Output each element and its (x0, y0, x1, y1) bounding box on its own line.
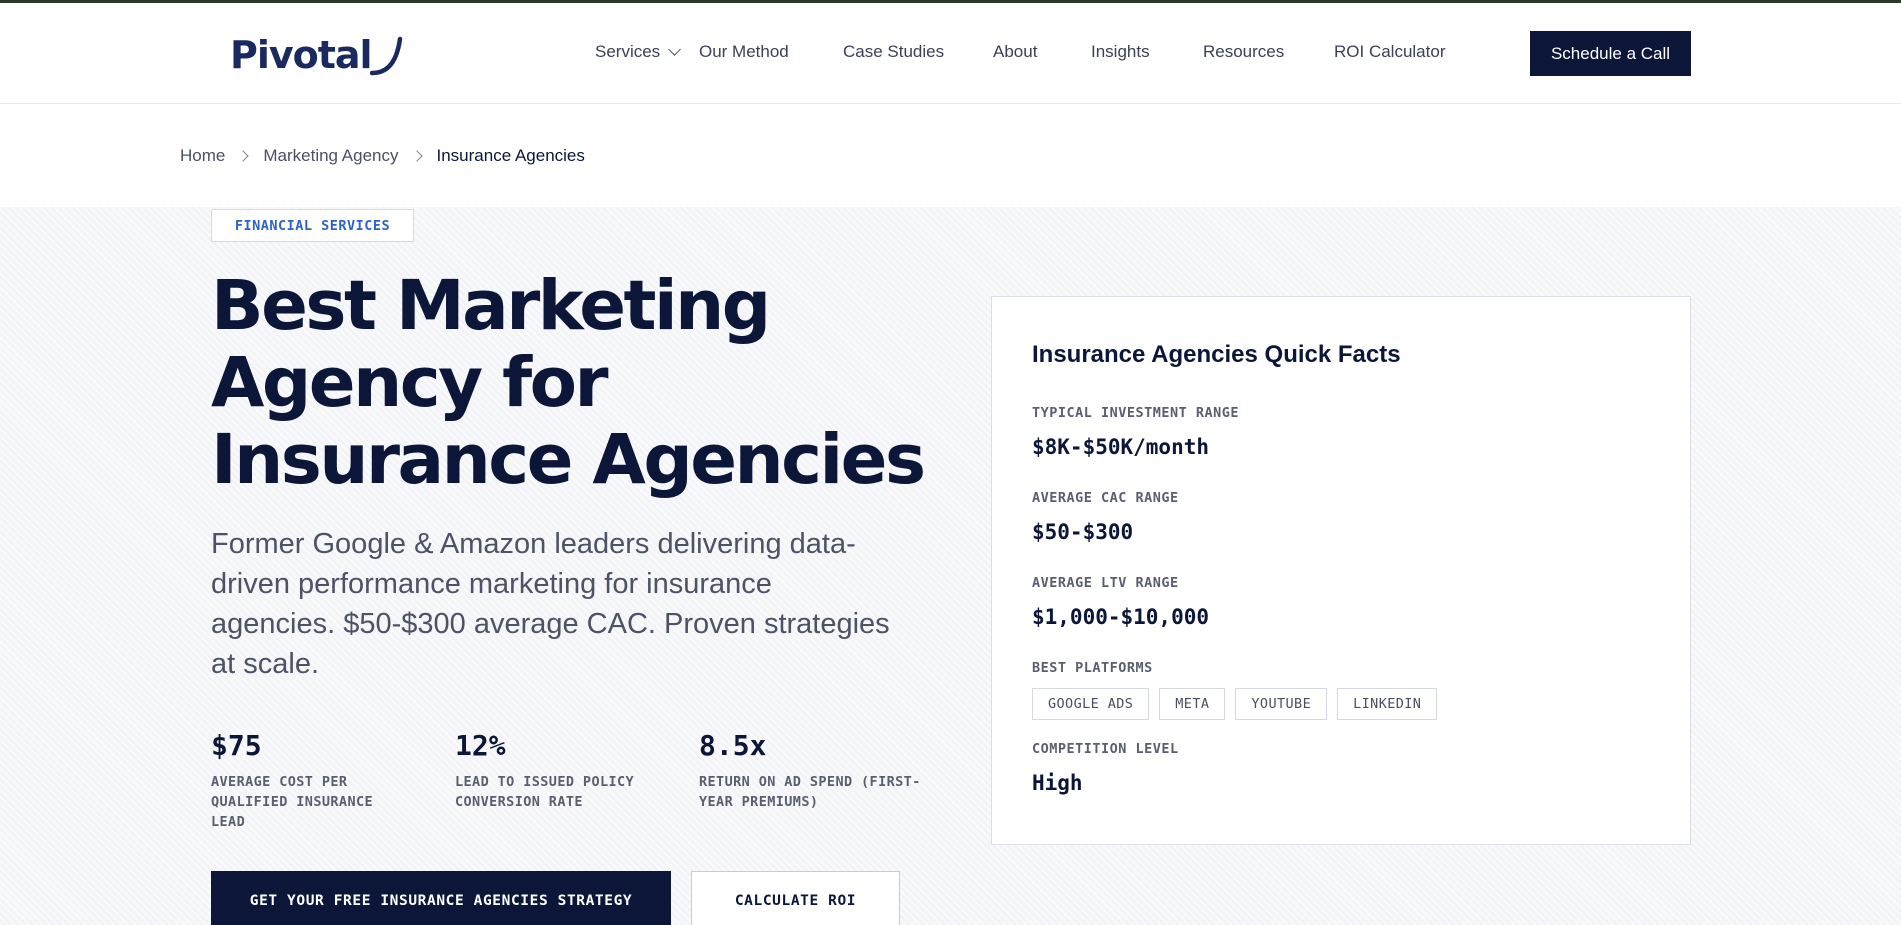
chevron-down-icon (668, 43, 682, 56)
platforms-label: BEST PLATFORMS (1032, 660, 1153, 676)
platform-chip: LINKEDIN (1337, 688, 1438, 720)
category-tag: FINANCIAL SERVICES (211, 209, 414, 242)
nav-services-label: Services (595, 42, 661, 61)
stat-value: $75 (211, 729, 262, 762)
platform-chips: GOOGLE ADS META YOUTUBE LINKEDIN (1032, 688, 1447, 720)
platform-chip: YOUTUBE (1235, 688, 1328, 720)
competition-label: COMPETITION LEVEL (1032, 741, 1179, 757)
nav-services[interactable]: Services (595, 42, 705, 62)
nav-insights[interactable]: Insights (1091, 42, 1203, 62)
chevron-right-icon (410, 150, 423, 162)
free-strategy-button[interactable]: GET YOUR FREE INSURANCE AGENCIES STRATEG… (211, 871, 671, 925)
quick-facts-card: Insurance Agencies Quick Facts TYPICAL I… (991, 296, 1691, 845)
competition-value: High (1032, 771, 1083, 795)
stat-label: AVERAGE COST PER QUALIFIED INSURANCE LEA… (211, 774, 374, 830)
investment-range-label: TYPICAL INVESTMENT RANGE (1032, 405, 1240, 421)
breadcrumb-home[interactable]: Home (180, 146, 225, 166)
logo[interactable]: Pivotal (230, 29, 404, 77)
cac-range-label: AVERAGE CAC RANGE (1032, 490, 1179, 506)
stat-item: 12% LEAD TO ISSUED POLICY CONVERSION RAT… (455, 728, 699, 832)
schedule-call-button[interactable]: Schedule a Call (1530, 31, 1691, 76)
cac-range-value: $50-$300 (1032, 520, 1134, 544)
breadcrumb: Home Marketing Agency Insurance Agencies (180, 146, 585, 166)
platform-chip: META (1159, 688, 1226, 720)
breadcrumb-marketing-agency[interactable]: Marketing Agency (263, 146, 398, 166)
stat-value: 8.5x (699, 729, 767, 762)
site-header: Pivotal Services Our Method Case Studies… (0, 3, 1901, 104)
stat-label: RETURN ON AD SPEND (FIRST-YEAR PREMIUMS) (699, 774, 921, 810)
nav-our-method[interactable]: Our Method (699, 42, 843, 62)
logo-swoosh-icon (369, 36, 402, 76)
nav-resources[interactable]: Resources (1203, 42, 1334, 62)
quick-facts-title: Insurance Agencies Quick Facts (1032, 341, 1401, 368)
calculate-roi-button[interactable]: CALCULATE ROI (691, 871, 900, 925)
investment-range-value: $8K-$50K/month (1032, 435, 1210, 459)
breadcrumb-current: Insurance Agencies (436, 146, 585, 165)
stat-label: LEAD TO ISSUED POLICY CONVERSION RATE (455, 774, 635, 810)
platform-chip: GOOGLE ADS (1032, 688, 1150, 720)
stat-item: $75 AVERAGE COST PER QUALIFIED INSURANCE… (211, 728, 455, 832)
stat-item: 8.5x RETURN ON AD SPEND (FIRST-YEAR PREM… (699, 728, 943, 832)
ltv-range-value: $1,000-$10,000 (1032, 605, 1210, 629)
chevron-right-icon (237, 150, 250, 162)
page-title: Best Marketing Agency for Insurance Agen… (211, 266, 926, 500)
main-nav: Services Our Method Case Studies About I… (595, 42, 1445, 62)
ltv-range-label: AVERAGE LTV RANGE (1032, 575, 1179, 591)
nav-about[interactable]: About (993, 42, 1091, 62)
hero-stats: $75 AVERAGE COST PER QUALIFIED INSURANCE… (211, 728, 943, 832)
nav-case-studies[interactable]: Case Studies (843, 42, 994, 62)
logo-text: Pivotal (230, 33, 373, 77)
nav-roi-calculator[interactable]: ROI Calculator (1334, 42, 1445, 62)
stat-value: 12% (455, 729, 506, 762)
hero-lead: Former Google & Amazon leaders deliverin… (211, 528, 890, 680)
